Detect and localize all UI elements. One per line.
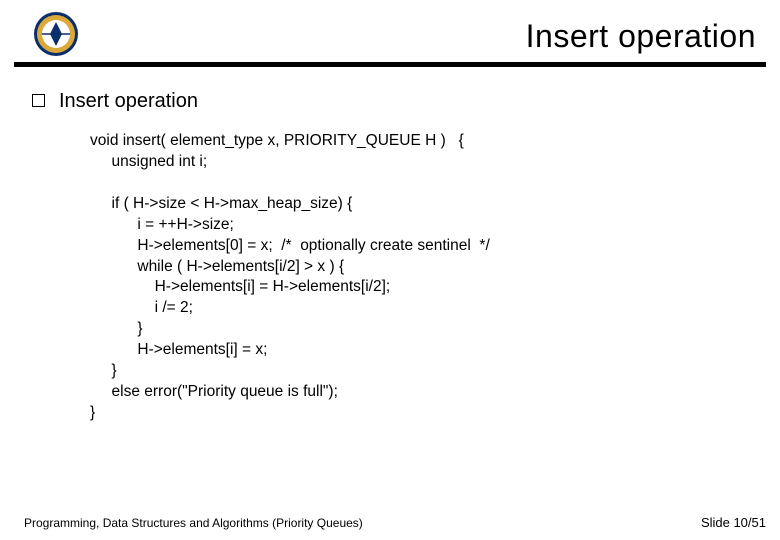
slide-footer: Programming, Data Structures and Algorit… xyxy=(24,515,766,530)
code-line: while ( H->elements[i/2] > x ) { xyxy=(90,258,344,275)
slide-title: Insert operation xyxy=(526,18,756,55)
code-line: void insert( element_type x, PRIORITY_QU… xyxy=(90,132,464,149)
footer-page-number: Slide 10/51 xyxy=(701,515,766,530)
code-line: if ( H->size < H->max_heap_size) { xyxy=(90,195,352,212)
code-line: unsigned int i; xyxy=(90,153,207,170)
footer-course: Programming, Data Structures and Algorit… xyxy=(24,516,363,530)
code-line: i /= 2; xyxy=(90,299,193,316)
code-line: } xyxy=(90,320,143,337)
code-line: else error("Priority queue is full"); xyxy=(90,383,338,400)
slide: Insert operation Insert operation void i… xyxy=(0,0,780,540)
code-line: H->elements[0] = x; /* optionally create… xyxy=(90,237,490,254)
code-line: } xyxy=(90,404,95,421)
code-line: i = ++H->size; xyxy=(90,216,234,233)
code-line: H->elements[i] = x; xyxy=(90,341,267,358)
institution-logo-icon xyxy=(32,10,80,58)
header-divider xyxy=(14,62,766,67)
bullet-item: Insert operation xyxy=(32,90,756,113)
code-line: H->elements[i] = H->elements[i/2]; xyxy=(90,278,390,295)
code-block: void insert( element_type x, PRIORITY_QU… xyxy=(90,131,756,424)
code-line: } xyxy=(90,362,117,379)
slide-content: Insert operation void insert( element_ty… xyxy=(32,90,756,490)
slide-header: Insert operation xyxy=(0,0,780,60)
bullet-label: Insert operation xyxy=(59,90,198,113)
square-bullet-icon xyxy=(32,94,45,107)
